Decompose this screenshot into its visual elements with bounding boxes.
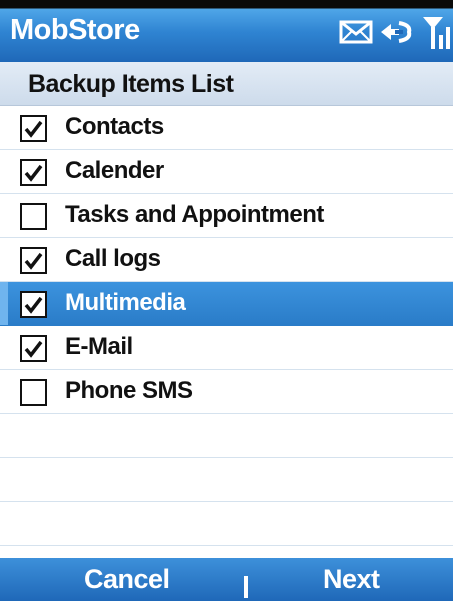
next-button[interactable]: Next [323, 564, 380, 595]
list-item-label: Calender [65, 157, 164, 184]
checkmark-icon [24, 120, 43, 138]
mail-icon[interactable] [339, 19, 373, 45]
empty-row [0, 502, 453, 546]
selection-accent [0, 282, 8, 325]
list-item-label: Contacts [65, 113, 164, 140]
list-item-label: Phone SMS [65, 377, 193, 404]
phone-sms-checkbox[interactable] [20, 379, 47, 406]
empty-row [0, 414, 453, 458]
call-logs-checkbox[interactable] [20, 247, 47, 274]
empty-row [0, 458, 453, 502]
list-item-label: E-Mail [65, 333, 133, 360]
connection-icon[interactable] [377, 17, 417, 47]
backup-items-list: Contacts Calender Tasks and Appointment … [0, 106, 453, 546]
list-item-label: Tasks and Appointment [65, 201, 324, 228]
list-item-tasks-and-appointment[interactable]: Tasks and Appointment [0, 194, 453, 238]
checkmark-icon [24, 296, 43, 314]
list-item-e-mail[interactable]: E-Mail [0, 326, 453, 370]
list-item-call-logs[interactable]: Call logs [0, 238, 453, 282]
signal-icon[interactable] [421, 13, 451, 51]
list-item-contacts[interactable]: Contacts [0, 106, 453, 150]
title-bar: MobStore [0, 0, 453, 62]
softkey-bar: Cancel Next [0, 558, 453, 601]
e-mail-checkbox[interactable] [20, 335, 47, 362]
app-title: MobStore [10, 14, 140, 46]
contacts-checkbox[interactable] [20, 115, 47, 142]
checkmark-icon [24, 252, 43, 270]
cancel-button[interactable]: Cancel [84, 564, 170, 595]
calender-checkbox[interactable] [20, 159, 47, 186]
list-item-phone-sms[interactable]: Phone SMS [0, 370, 453, 414]
tasks-checkbox[interactable] [20, 203, 47, 230]
list-item-label: Call logs [65, 245, 161, 272]
list-header: Backup Items List [0, 62, 453, 106]
list-header-title: Backup Items List [28, 70, 234, 98]
list-item-calender[interactable]: Calender [0, 150, 453, 194]
list-item-label: Multimedia [65, 289, 186, 316]
status-icons [339, 12, 451, 52]
multimedia-checkbox[interactable] [20, 291, 47, 318]
softkey-divider [244, 576, 248, 598]
checkmark-icon [24, 164, 43, 182]
checkmark-icon [24, 340, 43, 358]
list-item-multimedia[interactable]: Multimedia [0, 282, 453, 326]
